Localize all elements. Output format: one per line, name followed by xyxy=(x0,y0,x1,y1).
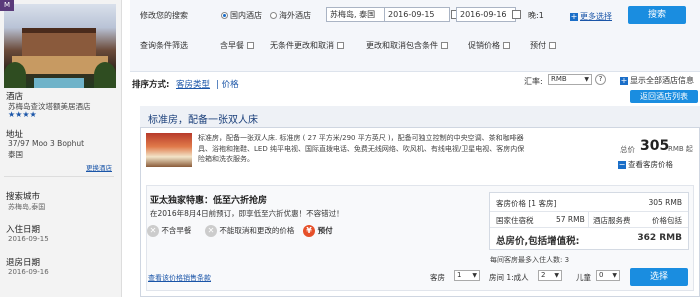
grand-total-label: 总房价,包括增值税: xyxy=(496,236,580,247)
checkbox-icon xyxy=(440,42,448,49)
checkbox-icon xyxy=(502,42,510,49)
offer-title: 亚太独家特惠：低至六折抢房 xyxy=(150,196,268,206)
checkbox-icon xyxy=(336,42,344,49)
rooms-label: 客房 xyxy=(430,273,445,282)
radio-off-icon xyxy=(270,12,277,19)
rooms-select[interactable]: 1 ▼ xyxy=(454,270,480,281)
star-rating: ★★★★ xyxy=(8,110,37,119)
divider xyxy=(4,176,114,177)
room-price-label: 客房价格 [1 客房] xyxy=(496,199,557,208)
checkout-input[interactable]: 2016-09-16 xyxy=(456,7,516,22)
sales-terms-link[interactable]: 查看该价格销售条款 xyxy=(148,273,211,283)
no-breakfast-tag: ✕ 不含早餐 xyxy=(147,225,191,237)
plus-icon: + xyxy=(570,11,578,21)
grand-total-value: 362 RMB xyxy=(637,233,682,243)
children-label: 儿童 xyxy=(576,273,591,282)
checkin-label: 入住日期 xyxy=(6,225,41,235)
room-title: 标准房，配备一张双人床 xyxy=(148,115,258,126)
tax-label: 国家住宿税 xyxy=(496,216,534,225)
prepay-icon: ¥ xyxy=(303,225,315,237)
filter-promo[interactable]: 促销价格 xyxy=(468,40,510,51)
sort-price[interactable]: | 价格 xyxy=(216,78,239,90)
no-cancel-tag: ✕ 不能取消和更改的价格 xyxy=(205,225,294,237)
total-price: 305 xyxy=(640,138,670,154)
help-icon[interactable]: ? xyxy=(595,74,606,85)
sort-label: 排序方式: xyxy=(132,80,170,90)
service-fee-value: 价格包括 xyxy=(652,216,682,225)
nights-count: 晚:1 xyxy=(528,11,544,20)
room-price-value: 305 RMB xyxy=(648,198,682,207)
plus-icon: + xyxy=(620,75,628,85)
cancel-icon: ✕ xyxy=(205,225,217,237)
minus-icon: − xyxy=(618,160,626,169)
more-options-link[interactable]: + 更多选择 xyxy=(570,11,612,22)
room-description: 标准房，配备一张双人床. 标准房 ( 27 平方米/290 平方英尺 )，配备可… xyxy=(198,134,525,163)
breakfast-icon: ✕ xyxy=(147,225,159,237)
search-label: 修改您的搜索 xyxy=(140,11,188,20)
filter-prepay[interactable]: 预付 xyxy=(530,40,556,51)
filter-label: 查询条件筛选 xyxy=(140,41,188,50)
checkbox-icon xyxy=(246,42,254,49)
filter-conditional[interactable]: 更改和取消包含条件 xyxy=(366,40,448,51)
search-city-label: 搜索城市 xyxy=(6,192,41,202)
price-breakdown: 客房价格 [1 客房] 305 RMB 国家住宿税 57 RMB 酒店服务费 价… xyxy=(489,192,689,250)
service-fee-label: 酒店服务费 xyxy=(593,216,631,225)
select-room-button[interactable]: 选择 xyxy=(630,268,688,286)
total-prefix: 总价 xyxy=(620,145,635,154)
sort-room-type[interactable]: 客房类型 xyxy=(176,78,210,90)
search-city-value: 苏梅岛,泰国 xyxy=(8,203,46,211)
checkout-label: 退房日期 xyxy=(6,258,41,268)
back-to-list-button[interactable]: 返回酒店列表 xyxy=(630,90,698,103)
domestic-radio[interactable]: 国内酒店 xyxy=(221,10,262,21)
prepay-tag: ¥ 预付 xyxy=(303,225,333,237)
filter-no-change[interactable]: 无条件更改和取消 xyxy=(270,40,344,51)
max-guests-note: 每间客房最多入住人数: 3 xyxy=(490,256,570,264)
filter-breakfast[interactable]: 含早餐 xyxy=(220,40,254,51)
overseas-radio[interactable]: 海外酒店 xyxy=(270,10,311,21)
total-suffix: RMB 起 xyxy=(668,145,693,153)
search-button[interactable]: 搜索 xyxy=(628,6,686,24)
adults-label: 房间 1:成人 xyxy=(489,273,529,282)
hotel-photo[interactable] xyxy=(4,4,116,88)
currency-select[interactable]: RMB ▼ xyxy=(548,74,592,85)
checkin-input[interactable]: 2016-09-15 xyxy=(384,7,450,22)
address-line2: 泰国 xyxy=(8,150,23,159)
rate-label: 汇率: xyxy=(524,77,543,86)
room-photo[interactable] xyxy=(146,133,192,167)
adults-select[interactable]: 2 ▼ xyxy=(538,270,562,281)
checkout-value: 2016-09-16 xyxy=(8,268,49,276)
brand-tag: M xyxy=(0,0,14,11)
calendar-icon[interactable] xyxy=(512,10,521,19)
show-all-info-link[interactable]: + 显示全部酒店信息 xyxy=(620,75,694,86)
checkin-value: 2016-09-15 xyxy=(8,235,49,243)
checkbox-icon xyxy=(548,42,556,49)
radio-on-icon xyxy=(221,12,228,19)
offer-subtitle: 在2016年8月4日前预订，即享低至六折优惠！不容错过！ xyxy=(150,209,344,218)
tax-value: 57 RMB xyxy=(556,215,585,224)
view-room-price-link[interactable]: − 查看客房价格 xyxy=(618,159,673,170)
change-hotel-link[interactable]: 更换酒店 xyxy=(86,162,112,172)
children-select[interactable]: 0 ▼ xyxy=(596,270,620,281)
address-line1: 37/97 Moo 3 Bophut xyxy=(8,139,85,148)
